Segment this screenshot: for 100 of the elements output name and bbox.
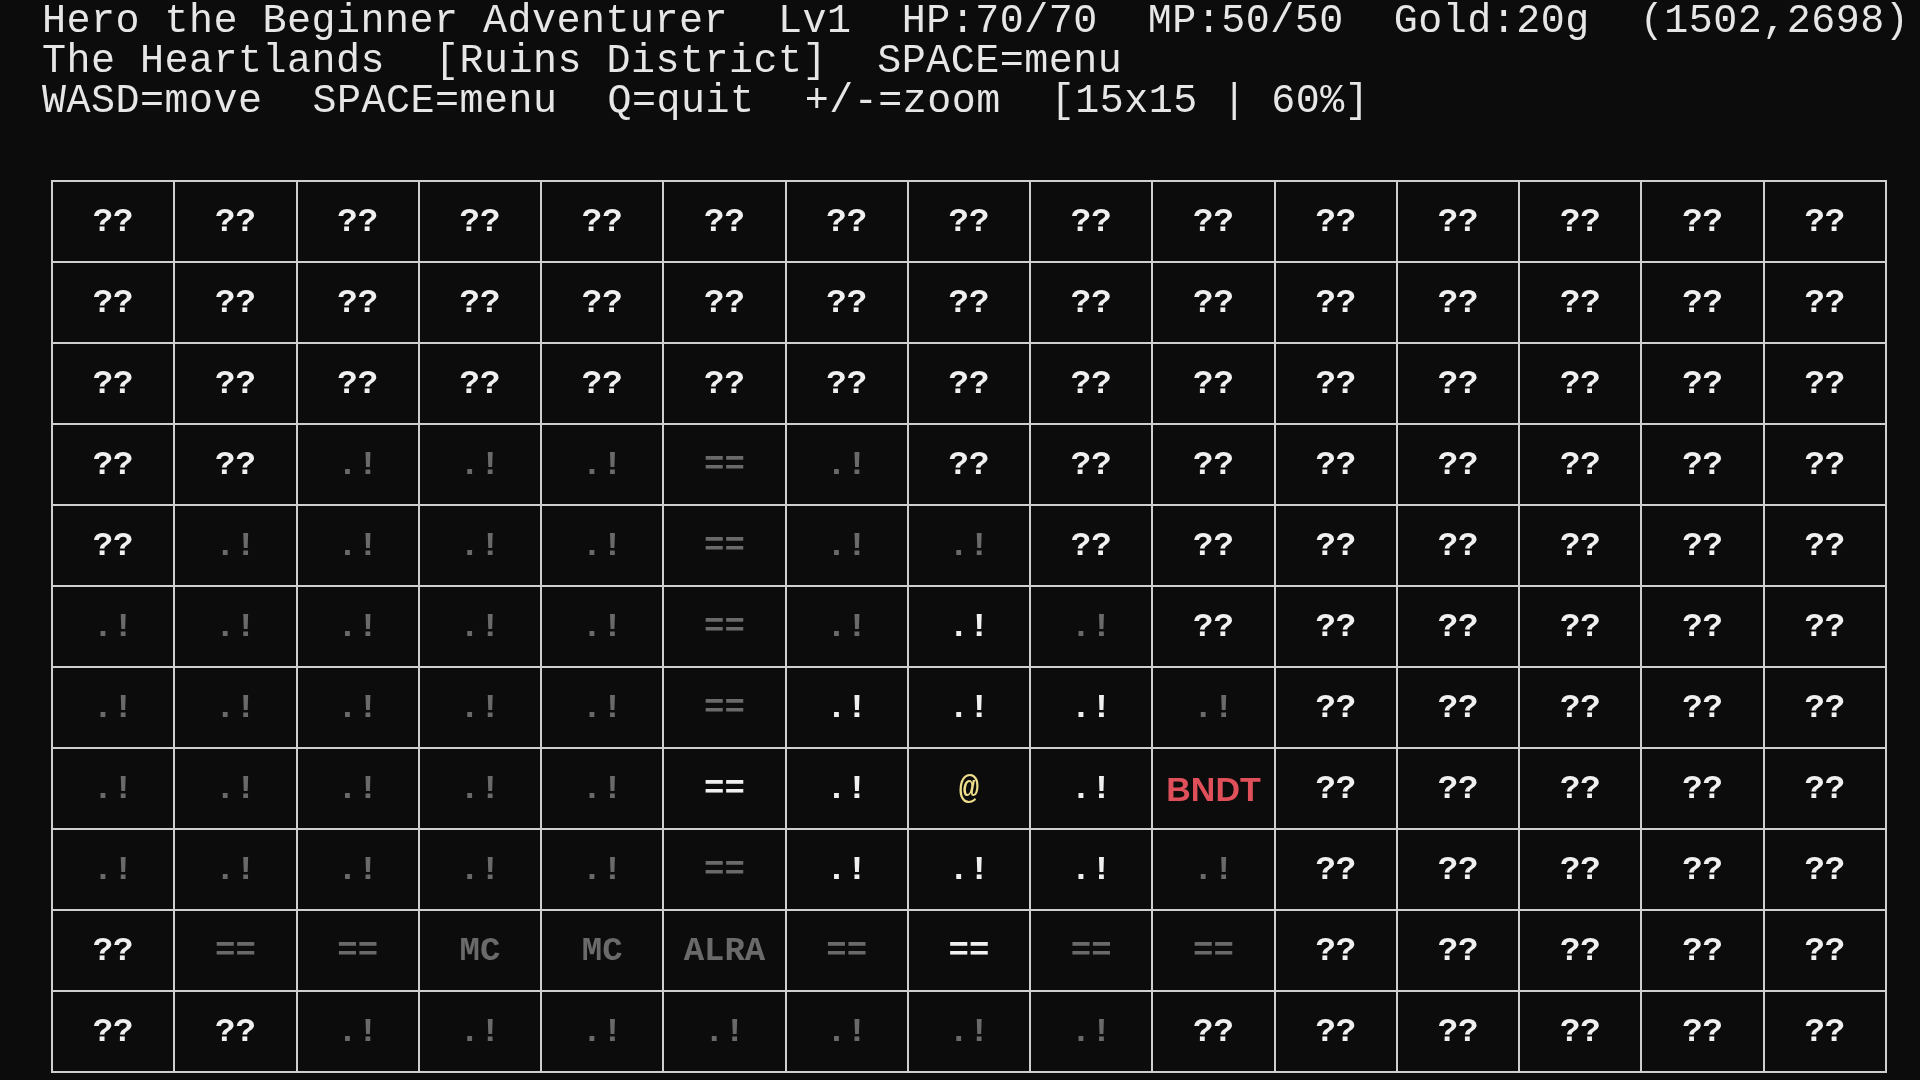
tile-symbol: .!	[948, 852, 990, 887]
tile-symbol: .!	[826, 609, 868, 644]
tile-symbol: ??	[1437, 609, 1479, 644]
tile-symbol: ??	[1315, 771, 1357, 806]
tile-symbol: ??	[92, 447, 134, 482]
tile-symbol: .!	[581, 690, 623, 725]
status-text: WASD=move	[42, 82, 263, 122]
tile-symbol: ??	[1315, 1014, 1357, 1049]
tile-symbol: ??	[1193, 609, 1234, 644]
tile-symbol: .!	[459, 690, 501, 725]
tile-symbol: .!	[1070, 1014, 1112, 1049]
tile-symbol: ??	[1315, 285, 1357, 320]
tile-symbol: .!	[337, 852, 379, 887]
status-text: +/-=zoom	[804, 82, 1001, 122]
tile-symbol: .!	[704, 1014, 745, 1049]
tile-symbol: ??	[1559, 690, 1601, 725]
tile-symbol: ==	[1070, 933, 1112, 968]
tile-symbol: ??	[337, 285, 379, 320]
tile-symbol: ??	[1437, 771, 1479, 806]
tile-symbol: ??	[1559, 771, 1601, 806]
tile-symbol: ??	[1804, 285, 1846, 320]
tile-symbol: ==	[215, 933, 256, 968]
status-text: Gold:20g	[1393, 2, 1590, 42]
tile-symbol: ??	[92, 528, 134, 563]
tile-symbol: ??	[1682, 771, 1723, 806]
tile-symbol: .!	[948, 690, 990, 725]
tile-symbol: ??	[1804, 204, 1846, 239]
tile-symbol: .!	[581, 528, 623, 563]
tile-symbol: ??	[1070, 447, 1112, 482]
tile-symbol: .!	[337, 447, 379, 482]
tile-symbol: .!	[1193, 852, 1234, 887]
status-text: [Ruins District]	[435, 42, 828, 82]
tile-symbol: ??	[826, 204, 868, 239]
tile-symbol: ??	[581, 366, 623, 401]
tile-symbol: ??	[92, 366, 134, 401]
status-text: Q=quit	[607, 82, 755, 122]
tile-symbol: ??	[215, 204, 256, 239]
tile-symbol: ==	[704, 852, 745, 887]
tile-symbol: ==	[704, 447, 745, 482]
tile-symbol: ??	[1804, 528, 1846, 563]
tile-symbol: ??	[1804, 1014, 1846, 1049]
tile-symbol: ??	[1559, 933, 1601, 968]
tile-symbol: .!	[337, 690, 379, 725]
tile-symbol: .!	[92, 771, 134, 806]
tile-symbol: .!	[826, 528, 868, 563]
tile-symbol: MC	[459, 933, 501, 968]
player-marker: @	[958, 771, 980, 806]
tile-symbol: ??	[1682, 690, 1723, 725]
tile-symbol: ??	[1437, 852, 1479, 887]
tile-symbol: .!	[826, 852, 868, 887]
tile-symbol: .!	[459, 609, 501, 644]
tile-symbol: .!	[215, 609, 256, 644]
tile-symbol: .!	[1070, 609, 1112, 644]
tile-symbol: ??	[948, 285, 990, 320]
tile-symbol: ??	[459, 366, 501, 401]
tile-symbol: .!	[581, 852, 623, 887]
tile-symbol: ??	[1193, 285, 1234, 320]
tile-symbol: ??	[1315, 609, 1357, 644]
status-text: The Heartlands	[42, 42, 386, 82]
tile-symbol: ??	[337, 204, 379, 239]
tile-symbol: .!	[215, 852, 256, 887]
tile-symbol: ??	[1315, 366, 1357, 401]
tile-symbol: ??	[704, 366, 745, 401]
status-text: SPACE=menu	[312, 82, 558, 122]
tile-symbol: .!	[92, 690, 134, 725]
status-text: HP:70/70	[901, 2, 1098, 42]
tile-symbol: .!	[1070, 771, 1112, 806]
tile-symbol: .!	[459, 528, 501, 563]
tile-symbol: ??	[1804, 933, 1846, 968]
tile-symbol: .!	[826, 1014, 868, 1049]
tile-symbol: .!	[581, 609, 623, 644]
tile-symbol: ??	[1804, 366, 1846, 401]
tile-symbol: ??	[1804, 852, 1846, 887]
tile-symbol: ??	[1070, 204, 1112, 239]
status-text: Hero the Beginner Adventurer	[42, 2, 729, 42]
tile-symbol: .!	[948, 528, 990, 563]
tile-symbol: .!	[1193, 690, 1234, 725]
tile-symbol: ??	[1682, 528, 1723, 563]
tile-symbol: ??	[1804, 690, 1846, 725]
tile-symbol: ??	[1193, 204, 1234, 239]
tile-symbol: ??	[1559, 366, 1601, 401]
monster-label: BNDT	[1166, 771, 1261, 806]
tile-symbol: ==	[704, 609, 745, 644]
tile-symbol: .!	[1070, 852, 1112, 887]
tile-symbol: ??	[1559, 1014, 1601, 1049]
tile-symbol: .!	[459, 852, 501, 887]
tile-symbol: ??	[1437, 366, 1479, 401]
tile-symbol: .!	[1070, 690, 1112, 725]
tile-symbol: .!	[337, 771, 379, 806]
tile-symbol: ??	[215, 366, 256, 401]
tile-symbol: ??	[215, 285, 256, 320]
tile-symbol: ??	[1315, 204, 1357, 239]
tile-symbol: .!	[581, 771, 623, 806]
tile-symbol: .!	[948, 609, 990, 644]
tile-symbol: ??	[1070, 528, 1112, 563]
tile-symbol: ??	[581, 285, 623, 320]
tile-symbol: .!	[337, 1014, 379, 1049]
tile-symbol: ??	[1804, 609, 1846, 644]
tile-symbol: ??	[1193, 1014, 1234, 1049]
tile-symbol: ??	[1437, 285, 1479, 320]
